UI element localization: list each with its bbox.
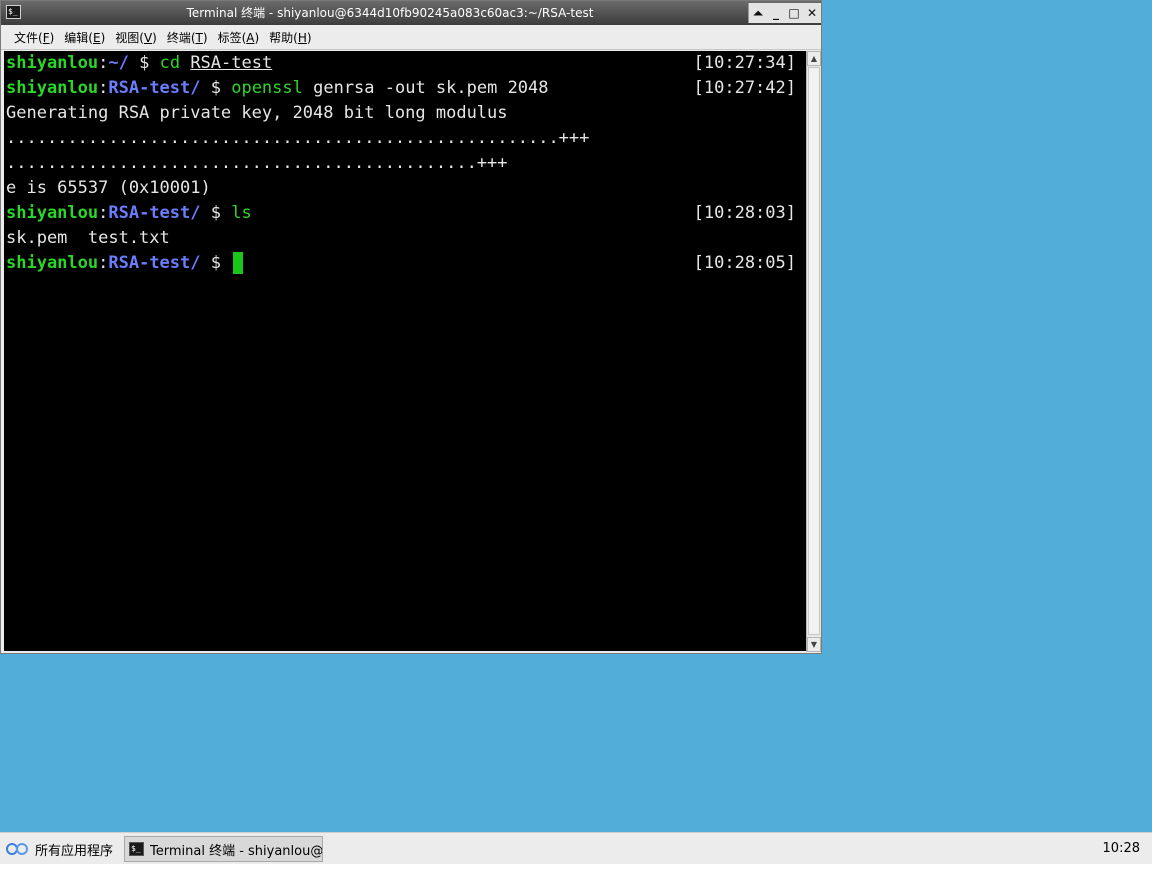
prompt-symbol: $: [128, 53, 160, 73]
menu-tabs[interactable]: 标签(A): [218, 29, 260, 46]
window-controls: ⏶ _ □ ✕: [748, 3, 821, 23]
prompt-user: shiyanlou: [6, 203, 99, 223]
command-name: openssl: [231, 78, 303, 98]
scroll-down-arrow-icon[interactable]: ▼: [807, 637, 821, 652]
menu-view-key: V: [143, 30, 153, 45]
menu-view-end: ): [152, 30, 157, 45]
title-bar[interactable]: $_ Terminal 终端 - shiyanlou@6344d10fb9024…: [1, 1, 821, 25]
scrollbar-thumb[interactable]: [808, 67, 820, 635]
prompt-user: shiyanlou: [6, 253, 99, 273]
terminal-line: shiyanlou:RSA-test/ $ openssl genrsa -ou…: [4, 76, 806, 101]
minimize-button[interactable]: _: [768, 6, 784, 20]
menu-terminal-key: T: [195, 30, 203, 45]
timestamp: [10:27:34]: [693, 53, 796, 73]
terminal-line: shiyanlou:RSA-test/ $ ls [10:28:03]: [4, 201, 806, 226]
timestamp: [10:28:03]: [693, 203, 796, 223]
taskbar-terminal-label: Terminal 终端 - shiyanlou@···: [150, 843, 323, 859]
prompt-path: RSA-test/: [108, 253, 201, 273]
menu-view[interactable]: 视图(V): [115, 29, 157, 46]
terminal-output-line: Generating RSA private key, 2048 bit lon…: [6, 103, 508, 123]
menu-help[interactable]: 帮助(H): [269, 29, 311, 46]
terminal-output-line: sk.pem test.txt: [6, 228, 170, 248]
menu-file-end: ): [49, 30, 55, 45]
maximize-button[interactable]: □: [786, 6, 802, 20]
terminal-window: $_ Terminal 终端 - shiyanlou@6344d10fb9024…: [0, 0, 822, 654]
prompt-symbol: $: [200, 203, 232, 223]
prompt-symbol: $: [200, 253, 232, 273]
taskbar: 所有应用程序 $_ Terminal 终端 - shiyanlou@··· 10…: [0, 832, 1152, 864]
menu-file[interactable]: 文件(F): [14, 29, 54, 46]
menu-help-key: H: [297, 30, 307, 45]
prompt-colon: :: [98, 253, 109, 273]
text-cursor: [233, 252, 244, 274]
prompt-user: shiyanlou: [6, 53, 99, 73]
command-name: ls: [231, 203, 252, 223]
menu-edit-end: ): [100, 30, 106, 45]
menu-view-label: 视图(: [115, 30, 144, 45]
scroll-up-arrow-icon[interactable]: ▲: [807, 51, 821, 66]
prompt-colon: :: [98, 203, 109, 223]
applications-logo-icon: [6, 840, 30, 858]
menu-help-label: 帮助(: [269, 30, 298, 45]
menu-terminal[interactable]: 终端(T): [167, 29, 208, 46]
terminal-task-icon: $_: [129, 842, 144, 856]
command-argument: RSA-test: [190, 53, 273, 73]
vertical-scrollbar[interactable]: ▲ ▼: [806, 51, 821, 652]
taskbar-terminal-button[interactable]: $_ Terminal 终端 - shiyanlou@···: [124, 836, 323, 862]
shade-button[interactable]: ⏶: [750, 6, 766, 21]
prompt-path: ~/: [108, 53, 129, 73]
close-button[interactable]: ✕: [804, 6, 820, 20]
prompt-path: RSA-test/: [108, 78, 201, 98]
menu-bar: 文件(F) 编辑(E) 视图(V) 终端(T) 标签(A) 帮助(H): [1, 25, 821, 50]
menu-edit[interactable]: 编辑(E): [64, 29, 105, 46]
menu-file-label: 文件(: [14, 30, 43, 45]
terminal-app-icon: $_: [6, 5, 21, 19]
menu-edit-key: E: [92, 30, 101, 45]
applications-menu-button[interactable]: 所有应用程序: [6, 838, 113, 860]
terminal-output-line: ........................................…: [6, 153, 508, 173]
menu-terminal-label: 终端(: [166, 30, 196, 45]
applications-menu-label: 所有应用程序: [35, 843, 114, 859]
menu-tabs-end: ): [254, 30, 260, 45]
terminal-line: shiyanlou:~/ $ cd RSA-test [10:27:34]: [4, 51, 806, 76]
menu-edit-label: 编辑(: [64, 30, 93, 45]
terminal-screen[interactable]: shiyanlou:~/ $ cd RSA-test [10:27:34] shi…: [4, 51, 806, 651]
prompt-user: shiyanlou: [6, 78, 99, 98]
terminal-output-line: ........................................…: [6, 128, 590, 148]
menu-help-end: ): [306, 30, 312, 45]
prompt-colon: :: [98, 53, 109, 73]
terminal-output-line: e is 65537 (0x10001): [6, 178, 211, 198]
menu-tabs-label: 标签(: [217, 30, 247, 45]
timestamp: [10:27:42]: [693, 78, 796, 98]
taskbar-clock[interactable]: 10:28: [1103, 833, 1140, 864]
timestamp: [10:28:05]: [693, 253, 796, 273]
prompt-symbol: $: [200, 78, 232, 98]
command-argument: genrsa -out sk.pem 2048: [302, 78, 549, 98]
prompt-path: RSA-test/: [108, 203, 201, 223]
window-title: Terminal 终端 - shiyanlou@6344d10fb90245a0…: [186, 6, 594, 20]
bottom-strip: [0, 864, 1152, 896]
menu-file-key: F: [42, 30, 50, 45]
menu-terminal-end: ): [202, 30, 208, 45]
terminal-line: shiyanlou:RSA-test/ $ [10:28:05]: [4, 251, 806, 276]
prompt-colon: :: [98, 78, 109, 98]
command-name: cd: [159, 53, 181, 73]
